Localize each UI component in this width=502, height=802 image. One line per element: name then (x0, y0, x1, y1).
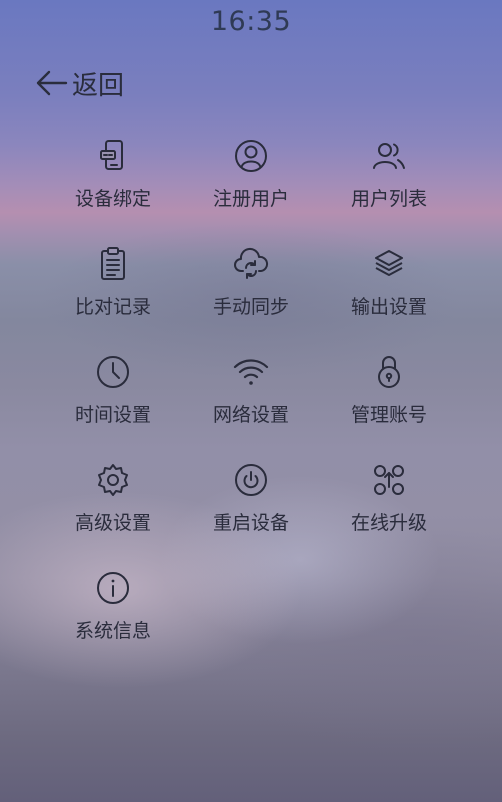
menu-item-label: 时间设置 (74, 404, 151, 426)
menu-item-online-upgrade[interactable]: 在线升级 (320, 460, 458, 568)
power-icon (235, 464, 267, 496)
menu-item-restart-device[interactable]: 重启设备 (182, 460, 320, 568)
menu-item-label: 注册用户 (212, 188, 289, 210)
device-bind-icon (100, 140, 123, 170)
back-label: 返回 (72, 70, 125, 101)
wifi-icon (233, 359, 269, 385)
menu-item-output-settings[interactable]: 输出设置 (320, 244, 458, 352)
back-button[interactable]: 返回 (34, 64, 124, 102)
menu-item-manual-sync[interactable]: 手动同步 (182, 244, 320, 352)
menu-item-admin-account[interactable]: 管理账号 (320, 352, 458, 460)
menu-item-compare-records[interactable]: 比对记录 (44, 244, 182, 352)
menu-item-label: 比对记录 (74, 296, 151, 318)
settings-menu-grid: 设备绑定 注册用户 用户列表 比对记录 手动同步 输出设置 时间设置 网络设置 … (44, 136, 458, 676)
cloud-sync-icon (234, 248, 269, 279)
info-icon (97, 572, 129, 604)
menu-item-user-list[interactable]: 用户列表 (320, 136, 458, 244)
arrow-left-icon (36, 70, 68, 96)
menu-item-network-settings[interactable]: 网络设置 (182, 352, 320, 460)
menu-item-label: 用户列表 (350, 188, 427, 210)
users-icon (373, 143, 405, 169)
clock-icon (97, 356, 129, 388)
clipboard-icon (101, 247, 125, 280)
menu-item-label: 重启设备 (212, 512, 289, 534)
upgrade-icon (374, 465, 404, 495)
menu-item-label: 系统信息 (74, 620, 151, 642)
menu-item-label: 在线升级 (350, 512, 427, 534)
menu-item-label: 高级设置 (74, 512, 151, 534)
status-bar-time: 16:35 (210, 6, 292, 37)
menu-item-system-info[interactable]: 系统信息 (44, 568, 182, 676)
menu-item-label: 设备绑定 (74, 188, 151, 210)
menu-item-device-bind[interactable]: 设备绑定 (44, 136, 182, 244)
user-icon (235, 140, 267, 172)
menu-item-time-settings[interactable]: 时间设置 (44, 352, 182, 460)
menu-item-register-user[interactable]: 注册用户 (182, 136, 320, 244)
menu-item-advanced-settings[interactable]: 高级设置 (44, 460, 182, 568)
menu-item-label: 手动同步 (212, 296, 289, 318)
menu-item-label: 管理账号 (350, 404, 427, 426)
gear-icon (98, 464, 128, 496)
layers-icon (375, 250, 403, 276)
lock-icon (378, 356, 400, 388)
menu-item-label: 网络设置 (212, 404, 289, 426)
menu-item-label: 输出设置 (350, 296, 427, 318)
